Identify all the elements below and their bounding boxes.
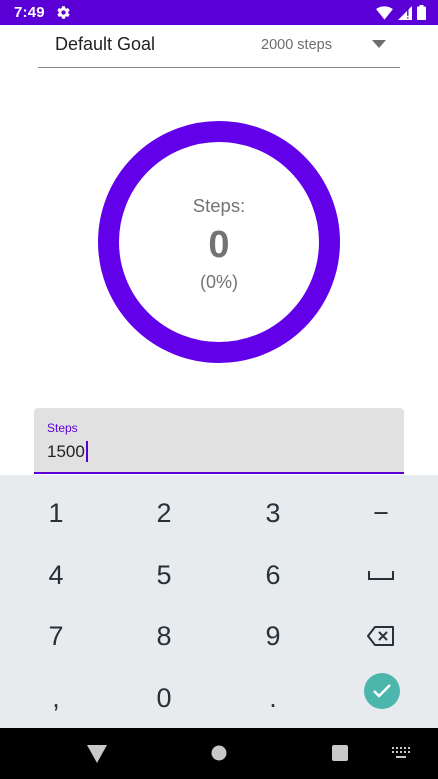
numeric-keypad: 1 2 3 − 4 5 6 7 8 9 , 0 . — [0, 475, 438, 728]
key-backspace[interactable] — [346, 608, 416, 664]
key-comma[interactable]: , — [21, 670, 91, 726]
key-3[interactable]: 3 — [238, 485, 308, 541]
key-1[interactable]: 1 — [21, 485, 91, 541]
key-4[interactable]: 4 — [21, 547, 91, 603]
step-progress-ring: Steps: 0 (0%) — [98, 121, 340, 363]
default-goal-dropdown[interactable]: Default Goal 2000 steps — [38, 26, 400, 68]
key-2[interactable]: 2 — [129, 485, 199, 541]
checkmark-icon — [373, 684, 391, 698]
battery-icon — [417, 5, 426, 20]
done-button[interactable] — [364, 673, 400, 709]
home-icon[interactable] — [211, 745, 227, 761]
keyboard-icon[interactable] — [392, 747, 410, 759]
steps-caption: Steps: — [192, 195, 246, 216]
goal-selected-value[interactable]: 2000 steps — [261, 37, 332, 53]
text-cursor — [85, 441, 88, 462]
back-icon[interactable] — [87, 745, 107, 763]
steps-field-label: Steps — [47, 421, 78, 435]
key-8[interactable]: 8 — [129, 608, 199, 664]
wifi-icon — [376, 5, 393, 20]
backspace-icon — [367, 626, 394, 646]
steps-input-value: 1500 — [47, 441, 85, 461]
space-icon — [368, 571, 394, 580]
steps-input[interactable]: 1500 — [47, 441, 88, 462]
recents-icon[interactable] — [332, 745, 348, 761]
cell-signal-icon — [398, 5, 412, 20]
status-bar: 7:49 — [0, 0, 438, 25]
key-6[interactable]: 6 — [238, 547, 308, 603]
status-icons — [376, 5, 426, 20]
dropdown-arrow-icon[interactable] — [372, 40, 386, 48]
key-9[interactable]: 9 — [238, 608, 308, 664]
steps-input-field[interactable]: Steps 1500 — [34, 408, 404, 474]
status-time: 7:49 — [14, 4, 45, 21]
key-minus[interactable]: − — [346, 485, 416, 541]
key-5[interactable]: 5 — [129, 547, 199, 603]
navigation-bar — [0, 728, 438, 779]
default-goal-label: Default Goal — [55, 34, 156, 54]
steps-percent: (0%) — [199, 272, 238, 292]
key-period[interactable]: . — [238, 670, 308, 726]
steps-count: 0 — [208, 224, 230, 266]
key-space[interactable] — [346, 547, 416, 603]
key-7[interactable]: 7 — [21, 608, 91, 664]
key-0[interactable]: 0 — [129, 670, 199, 726]
gear-icon — [57, 6, 70, 19]
